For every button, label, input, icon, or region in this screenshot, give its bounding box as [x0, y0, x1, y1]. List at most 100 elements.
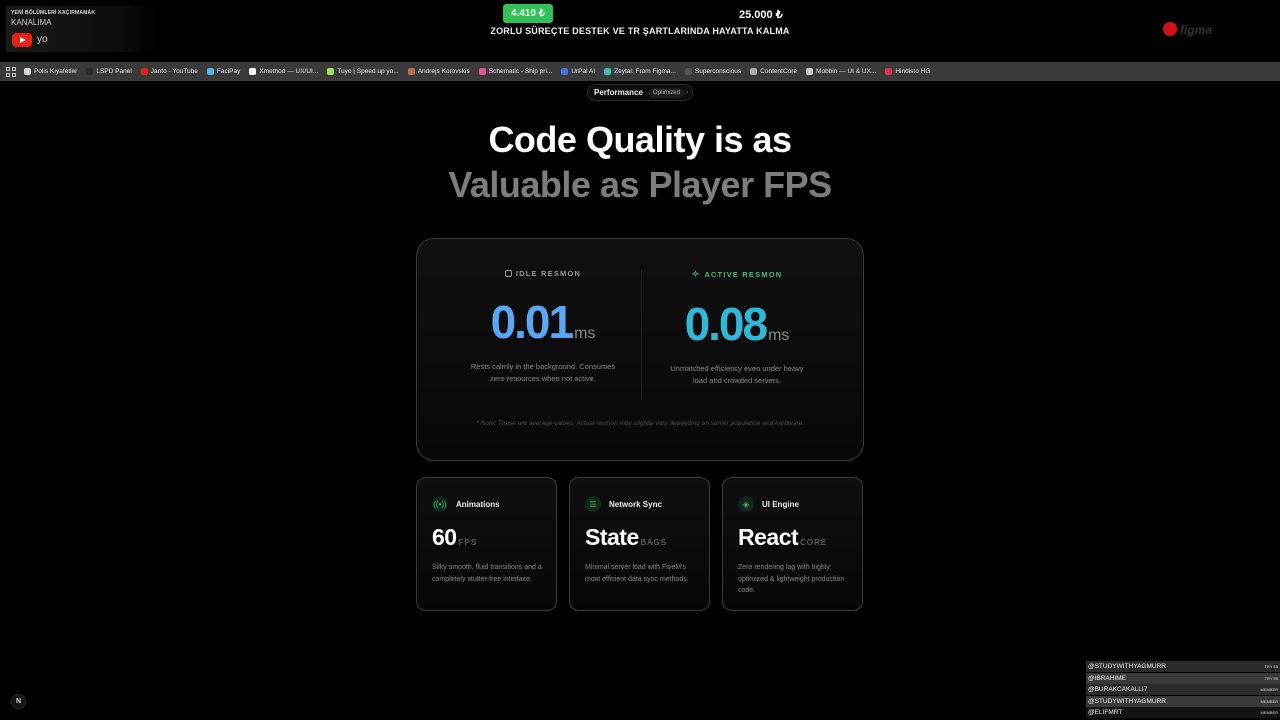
- chat-username: @BURAKCAKALLI7: [1088, 686, 1148, 693]
- pill-tag: Optimized: [648, 87, 684, 98]
- bookmark-item[interactable]: Xmethod — UX/UI...: [249, 68, 318, 75]
- chat-badge: MEMBER: [1260, 687, 1278, 692]
- network-sync-card-desc: Minimal server load with FiveM's most ef…: [585, 564, 689, 583]
- bookmark-item[interactable]: Janto - YouTube: [140, 68, 198, 75]
- bookmark-item[interactable]: Polis Kıyafetler: [24, 68, 77, 75]
- bookmark-favicon-icon: [86, 68, 94, 75]
- idle-resmon-desc: Rests calmly in the background. Consumes…: [470, 362, 616, 383]
- brand-logo-text: figma: [1180, 23, 1213, 37]
- chat-message-row: @STUDYWITHYAGMURR MEMBER: [1086, 695, 1280, 707]
- idle-resmon-value: 0.01: [490, 296, 575, 348]
- active-resmon-desc: Unmatched efficiency even under heavy lo…: [670, 364, 804, 385]
- donation-goal-target: 25.000 ₺: [739, 9, 783, 21]
- chat-username: @ELIFMRT: [1088, 709, 1123, 716]
- chat-username: @STUDYWITHYAGMURR: [1088, 663, 1166, 670]
- chat-badge: TRY 55: [1264, 675, 1278, 681]
- bookmark-label: Andrejs Korovskis: [417, 68, 470, 75]
- bookmark-favicon-icon: [478, 68, 486, 75]
- heading-line-1: Code Quality is as: [488, 119, 792, 160]
- pill-label: Performance: [594, 88, 643, 97]
- brand-mark-icon: [1163, 22, 1177, 36]
- animations-card-desc: Silky smooth, fluid transitions and a co…: [432, 564, 542, 583]
- idle-resmon-title: IDLE RESMON: [443, 269, 643, 278]
- chat-badge: MEMBER: [1260, 698, 1278, 704]
- bookmark-favicon-icon: [140, 68, 148, 75]
- network-sync-card-title: Network Sync: [609, 499, 662, 509]
- bookmark-favicon-icon: [206, 68, 214, 75]
- bookmark-item[interactable]: Hindisto HG: [885, 68, 930, 75]
- performance-pill[interactable]: Performance Optimized ›: [587, 84, 693, 101]
- bookmark-item[interactable]: FaciPay: [206, 68, 240, 75]
- bookmarks-bar: Polis Kıyafetler LSPD Panel Janto - YouTub…: [0, 62, 1280, 81]
- bookmark-item[interactable]: Tuyo | Speed up yo...: [327, 68, 399, 75]
- stream-overlay-top: YENİ BÖLÜMLERİ KAÇIRMAMAK KANALIMA yo 4.…: [0, 0, 1280, 60]
- ui-engine-card-unit: CORE: [800, 538, 828, 547]
- bookmark-label: Superconscious: [694, 68, 742, 75]
- server-icon: ☰: [585, 496, 601, 512]
- active-resmon-value: 0.08: [684, 298, 769, 350]
- animations-card-unit: FPS: [458, 538, 478, 547]
- bookmark-item[interactable]: Superconscious: [684, 68, 742, 75]
- ui-engine-card-desc: Zero rendering lag with highly optimized…: [738, 564, 845, 594]
- active-resmon-unit: ms: [768, 327, 790, 344]
- bookmark-favicon-icon: [561, 68, 569, 75]
- bookmark-item[interactable]: Schematic - Ship pri...: [478, 68, 553, 75]
- page-content: Performance Optimized › Code Quality is …: [0, 81, 1280, 720]
- cpu-icon: [504, 270, 512, 277]
- bookmark-item[interactable]: Mobbin — UI & UX...: [806, 68, 876, 75]
- bookmark-item[interactable]: LSPD Panel: [86, 68, 132, 75]
- spark-icon: ✧: [691, 269, 701, 279]
- bookmark-favicon-icon: [684, 68, 692, 75]
- ui-engine-card: ◈ UI Engine React CORE Zero rendering la…: [722, 477, 863, 611]
- active-resmon-column: ✧ ACTIVE RESMON 0.08 ms Unmatched effici…: [637, 269, 837, 387]
- chat-username: @IBRAHIME: [1088, 674, 1127, 682]
- bookmark-label: LSPD Panel: [96, 68, 132, 75]
- bookmark-favicon-icon: [604, 68, 612, 75]
- bookmark-item[interactable]: Zeytal: From Figma...: [604, 68, 676, 75]
- donation-goal-current: 4.410 ₺: [503, 4, 553, 23]
- chat-message-row: @BURAKCAKALLI7 MEMBER: [1086, 684, 1280, 695]
- network-sync-card-value: State: [585, 524, 639, 550]
- bookmark-item[interactable]: ContentCore: [750, 68, 797, 75]
- bookmark-favicon-icon: [407, 68, 415, 75]
- youtube-promo-caption: YENİ BÖLÜMLERİ KAÇIRMAMAK: [11, 10, 96, 16]
- resmon-card: IDLE RESMON 0.01 ms Rests calmly in the …: [416, 238, 864, 461]
- animations-card-title: Animations: [456, 499, 500, 509]
- idle-resmon-metric: 0.01 ms: [443, 295, 643, 349]
- bookmark-favicon-icon: [249, 68, 257, 75]
- chat-message-row: @STUDYWITHYAGMURR TRY 55: [1086, 661, 1280, 672]
- bookmark-label: Schematic - Ship pri...: [488, 68, 553, 75]
- bookmark-favicon-icon: [885, 68, 893, 75]
- bookmark-item[interactable]: UrPal AI: [561, 68, 595, 75]
- chat-badge: MEMBER: [1260, 710, 1278, 715]
- network-sync-card: ☰ Network Sync State BAGS Minimal server…: [569, 477, 710, 611]
- apps-grid-icon[interactable]: [6, 66, 16, 77]
- bookmark-label: Tuyo | Speed up yo...: [337, 68, 399, 75]
- bookmark-label: ContentCore: [760, 68, 798, 75]
- bookmark-item[interactable]: Andrejs Korovskis: [407, 68, 470, 75]
- bookmark-label: Mobbin — UI & UX...: [816, 68, 877, 75]
- bookmark-favicon-icon: [327, 68, 335, 75]
- idle-resmon-title-text: IDLE RESMON: [515, 269, 582, 278]
- nextjs-dev-badge[interactable]: N: [11, 694, 26, 709]
- idle-resmon-unit: ms: [574, 325, 596, 342]
- ui-engine-card-value: React: [738, 524, 799, 550]
- layers-icon: ◈: [738, 496, 754, 512]
- bookmark-favicon-icon: [750, 68, 758, 75]
- idle-resmon-column: IDLE RESMON 0.01 ms Rests calmly in the …: [443, 269, 643, 385]
- wave-icon: ((•)): [432, 496, 448, 512]
- chat-badge: TRY 55: [1264, 664, 1278, 669]
- active-resmon-title-text: ACTIVE RESMON: [704, 270, 783, 279]
- chat-message-row: @IBRAHIME TRY 55: [1086, 672, 1280, 684]
- chat-overlay: @STUDYWITHYAGMURR TRY 55 @IBRAHIME TRY 55 @B…: [1086, 661, 1280, 720]
- bookmark-label: Zeytal: From Figma...: [614, 68, 676, 75]
- ui-engine-card-title: UI Engine: [762, 499, 799, 509]
- bookmark-label: Polis Kıyafetler: [34, 68, 78, 75]
- bookmark-favicon-icon: [806, 68, 814, 75]
- chevron-right-icon: ›: [685, 89, 689, 96]
- chat-username: @STUDYWITHYAGMURR: [1088, 697, 1166, 705]
- brand-logo: figma: [1163, 20, 1259, 42]
- bookmark-favicon-icon: [24, 68, 31, 75]
- bookmark-label: Hindisto HG: [895, 68, 931, 75]
- active-resmon-metric: 0.08 ms: [637, 297, 837, 351]
